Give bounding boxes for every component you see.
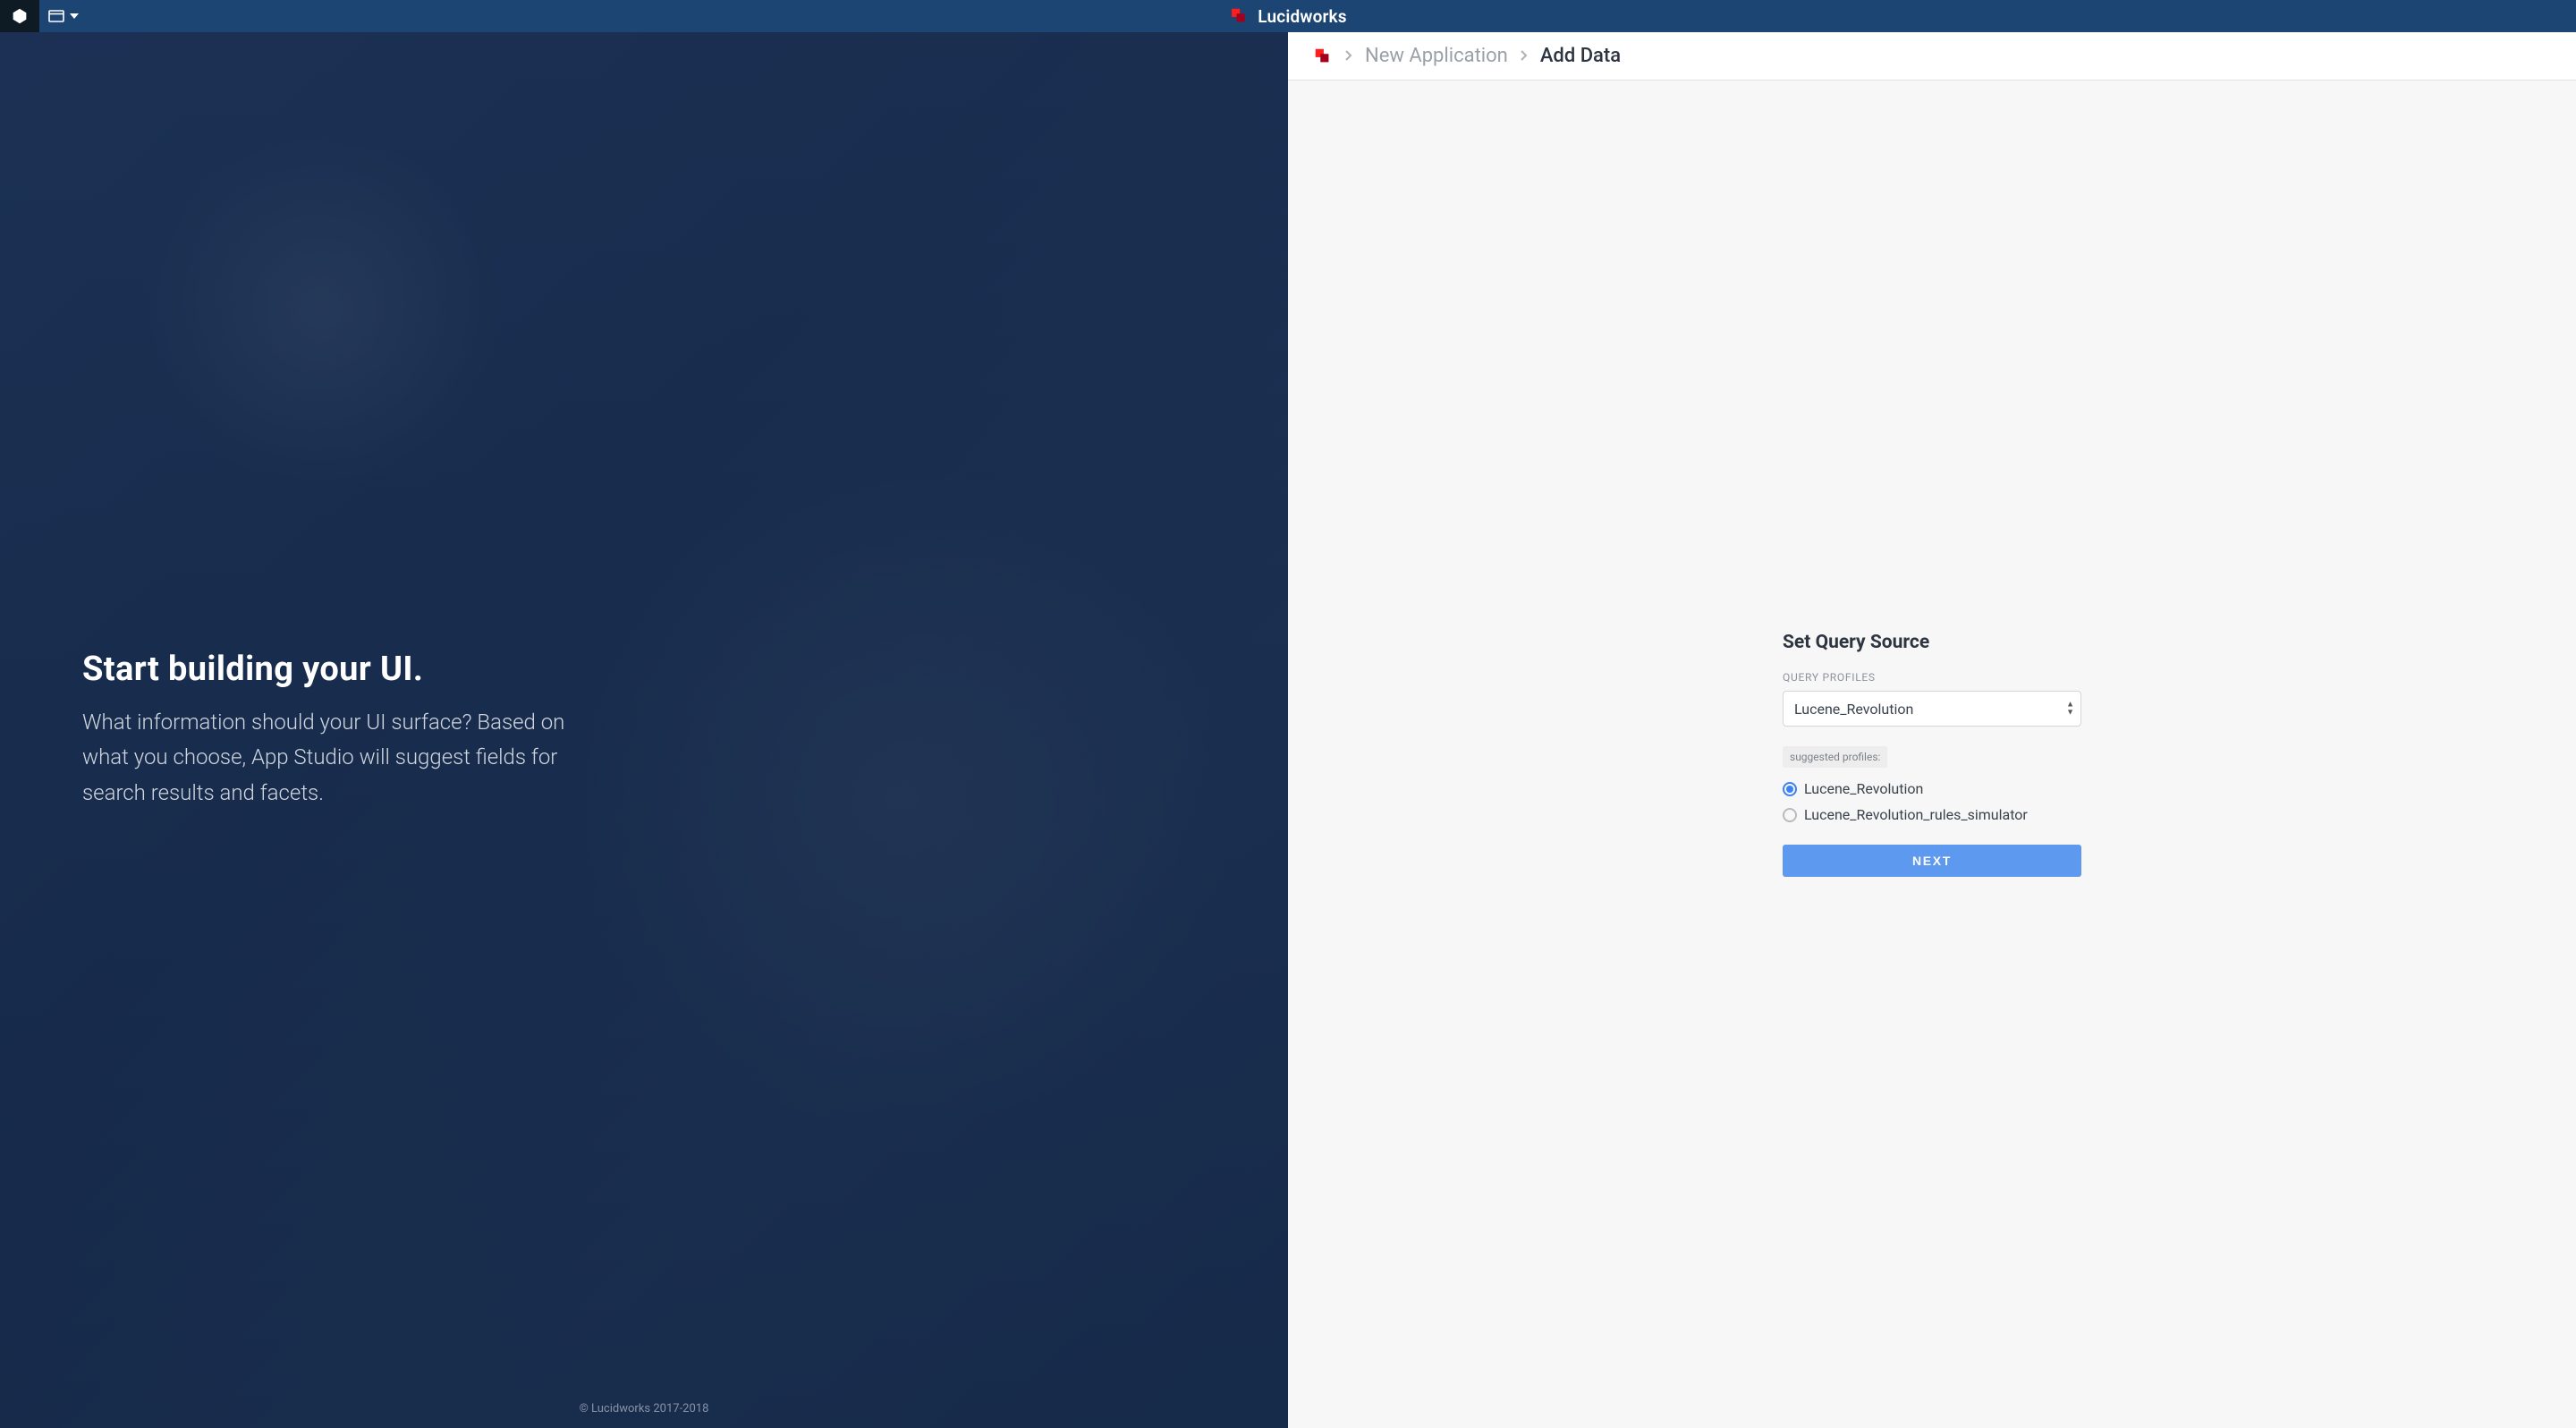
- breadcrumb-prev[interactable]: New Application: [1365, 45, 1508, 67]
- profiles-label: QUERY PROFILES: [1783, 671, 2081, 684]
- panel-heading: Start building your UI.: [82, 650, 1234, 689]
- query-profile-select[interactable]: Lucene_Revolution ▲▼: [1783, 691, 2081, 727]
- panel-subtext: What information should your UI surface?…: [82, 705, 583, 812]
- app-menu-button[interactable]: [39, 0, 88, 32]
- form-panel: New Application Add Data Set Query Sourc…: [1288, 32, 2576, 1428]
- main-split: Start building your UI. What information…: [0, 32, 2576, 1428]
- query-profile-select-value[interactable]: Lucene_Revolution: [1783, 691, 2081, 727]
- profile-option-label: Lucene_Revolution: [1804, 780, 1923, 797]
- suggested-profiles-chip: suggested profiles:: [1783, 746, 1887, 768]
- header-brand: Lucidworks: [1229, 6, 1346, 27]
- profile-option-label: Lucene_Revolution_rules_simulator: [1804, 806, 2028, 823]
- header-left: [0, 0, 88, 32]
- chevron-down-icon: [70, 13, 79, 19]
- d20-icon: [12, 8, 28, 24]
- app-header: Lucidworks: [0, 0, 2576, 32]
- window-icon: [48, 10, 64, 22]
- profile-option[interactable]: Lucene_Revolution: [1783, 780, 2081, 797]
- profile-option[interactable]: Lucene_Revolution_rules_simulator: [1783, 806, 2081, 823]
- form-area: Set Query Source QUERY PROFILES Lucene_R…: [1288, 81, 2576, 1428]
- brand-title: Lucidworks: [1258, 6, 1346, 27]
- chevron-right-icon: [1521, 48, 1528, 64]
- lucidworks-logo-icon: [1229, 6, 1249, 26]
- breadcrumb-current: Add Data: [1540, 45, 1621, 67]
- radio-unselected-icon: [1783, 808, 1797, 822]
- illustration-panel: Start building your UI. What information…: [0, 32, 1288, 1428]
- chevron-right-icon: [1345, 48, 1352, 64]
- home-icon-button[interactable]: [0, 0, 39, 32]
- suggested-profiles-list: Lucene_Revolution Lucene_Revolution_rule…: [1783, 780, 2081, 823]
- form-title: Set Query Source: [1783, 632, 2081, 653]
- breadcrumb-logo-icon[interactable]: [1313, 47, 1333, 66]
- radio-selected-icon: [1783, 782, 1797, 796]
- breadcrumb: New Application Add Data: [1288, 32, 2576, 81]
- next-button[interactable]: NEXT: [1783, 845, 2081, 877]
- copyright-text: © Lucidworks 2017-2018: [0, 1402, 1288, 1415]
- form-inner: Set Query Source QUERY PROFILES Lucene_R…: [1783, 632, 2081, 877]
